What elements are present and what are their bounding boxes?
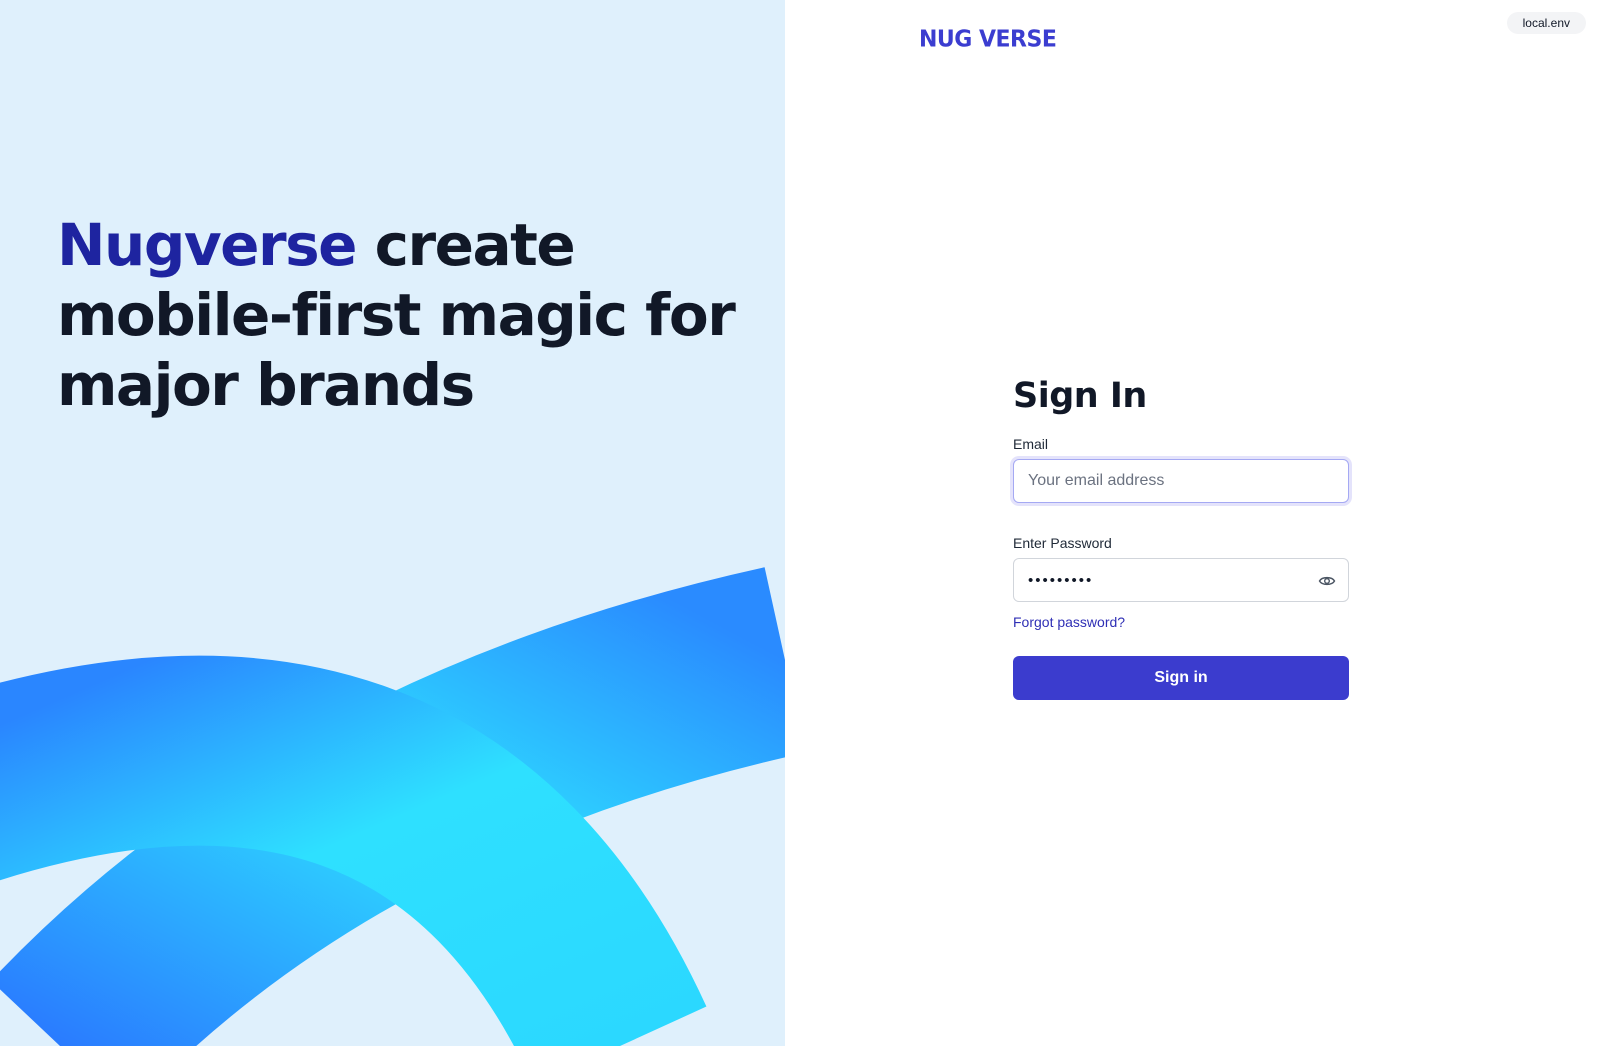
page-title: Sign In [1013, 376, 1147, 416]
hero-heading-accent: Nugverse [57, 211, 357, 279]
environment-badge: local.env [1506, 12, 1586, 34]
signin-button[interactable]: Sign in [1013, 656, 1349, 700]
signin-form: Sign In Email Enter Password Forgot pass… [1013, 376, 1349, 700]
forgot-password-link[interactable]: Forgot password? [1013, 614, 1125, 630]
email-label: Email [1013, 436, 1049, 452]
email-field[interactable] [1014, 460, 1348, 502]
hero-heading: Nugverse create mobile-first magic for m… [57, 210, 757, 420]
ribbon-illustration [0, 567, 785, 1046]
signin-panel: NUG VERSE local.env Sign In Email Enter … [785, 0, 1600, 1046]
password-field[interactable] [1014, 559, 1348, 601]
brand-logo[interactable]: NUG VERSE [919, 26, 1057, 52]
password-field-wrapper [1013, 558, 1349, 602]
eye-icon[interactable] [1318, 572, 1336, 590]
email-field-wrapper [1013, 459, 1349, 503]
password-label: Enter Password [1013, 535, 1112, 551]
hero-panel: Nugverse create mobile-first magic for m… [0, 0, 785, 1046]
